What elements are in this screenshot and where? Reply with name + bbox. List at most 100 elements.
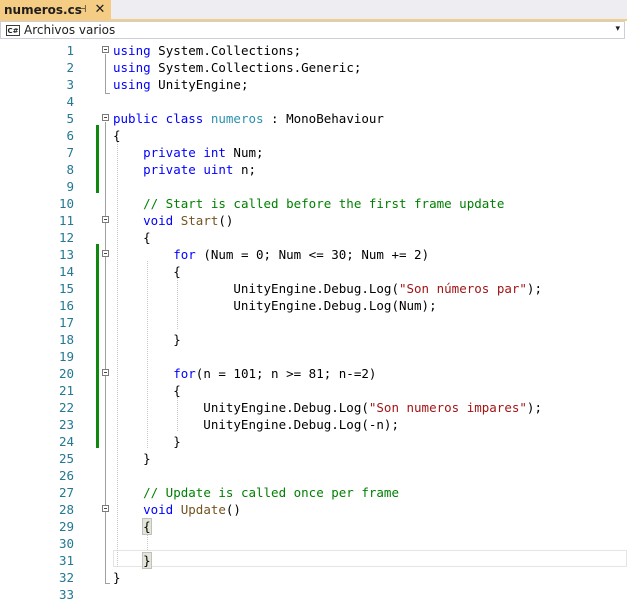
line-number: 12 — [58, 230, 74, 245]
code-line[interactable]: 28 void Update() — [0, 501, 627, 518]
code-token: { — [113, 230, 151, 245]
code-line[interactable]: 21 { — [0, 382, 627, 399]
code-text: } — [113, 331, 181, 348]
code-token: } — [113, 332, 181, 347]
code-token: { — [113, 383, 181, 398]
code-line[interactable]: 6{ — [0, 127, 627, 144]
code-line[interactable]: 8 private uint n; — [0, 161, 627, 178]
matched-brace: { — [142, 518, 152, 535]
comment-token: // Update is called once per frame — [143, 485, 399, 500]
project-dropdown-label: Archivos varios — [24, 23, 116, 37]
line-number: 30 — [58, 536, 74, 551]
line-number: 27 — [58, 485, 74, 500]
keyword-token: for — [173, 247, 196, 262]
code-text: { — [113, 229, 151, 246]
type-token: numeros — [210, 111, 264, 126]
code-line[interactable]: 24 } — [0, 433, 627, 450]
navigation-bar[interactable]: C# Archivos varios ▾ — [0, 21, 625, 39]
keyword-token: private uint — [143, 162, 234, 177]
line-number: 6 — [66, 128, 74, 143]
tab-strip: numeros.cs ⊣ ✕ — [0, 0, 627, 21]
code-line[interactable]: 4 — [0, 93, 627, 110]
code-line[interactable]: 12 { — [0, 229, 627, 246]
line-number: 28 — [58, 502, 74, 517]
code-text: public class numeros : MonoBehaviour — [113, 110, 384, 127]
code-line[interactable]: 10 // Start is called before the first f… — [0, 195, 627, 212]
code-editor[interactable]: 1 using System.Collections; 2 using System.… — [0, 40, 627, 611]
code-line[interactable]: 23 UnityEngine.Debug.Log(-n); — [0, 416, 627, 433]
code-line[interactable]: 3 using UnityEngine; — [0, 76, 627, 93]
code-text: // Update is called once per frame — [113, 484, 399, 501]
code-token: () — [218, 213, 234, 228]
code-line[interactable]: 18 } — [0, 331, 627, 348]
code-line[interactable]: 26 — [0, 467, 627, 484]
code-line[interactable]: 13 for (Num = 0; Num <= 30; Num += 2) — [0, 246, 627, 263]
line-number: 3 — [66, 77, 74, 92]
line-number: 33 — [58, 587, 74, 602]
code-line[interactable]: 27 // Update is called once per frame — [0, 484, 627, 501]
code-text: { — [113, 518, 152, 535]
code-token: UnityEngine.Debug.Log(Num); — [113, 298, 437, 313]
method-token: Update — [173, 502, 226, 517]
code-text: } — [113, 569, 121, 586]
code-line[interactable]: 11 void Start() — [0, 212, 627, 229]
code-line[interactable]: 1 using System.Collections; — [0, 42, 627, 59]
method-token: Start — [173, 213, 219, 228]
close-icon[interactable]: ✕ — [94, 1, 106, 17]
code-text: } — [113, 552, 152, 569]
code-token: (n = 101; n >= 81; n-=2) — [195, 366, 377, 381]
line-number: 16 — [58, 298, 74, 313]
code-line[interactable]: 14 { — [0, 263, 627, 280]
line-number: 1 — [66, 43, 74, 58]
chevron-down-icon[interactable]: ▾ — [615, 24, 620, 34]
code-line[interactable]: 29 { — [0, 518, 627, 535]
code-line[interactable]: 20 for(n = 101; n >= 81; n-=2) — [0, 365, 627, 382]
code-text: UnityEngine.Debug.Log("Son números par")… — [113, 280, 542, 297]
code-text: { — [113, 127, 121, 144]
code-line[interactable]: 25 } — [0, 450, 627, 467]
code-line[interactable]: 17 — [0, 314, 627, 331]
code-line[interactable]: 16 UnityEngine.Debug.Log(Num); — [0, 297, 627, 314]
line-number: 9 — [66, 179, 74, 194]
code-line[interactable]: 30 — [0, 535, 627, 552]
code-token: UnityEngine.Debug.Log( — [113, 400, 369, 415]
line-number: 29 — [58, 519, 74, 534]
code-token: } — [113, 451, 151, 466]
code-line[interactable]: 5 public class numeros : MonoBehaviour — [0, 110, 627, 127]
code-text: using System.Collections; — [113, 42, 301, 59]
code-line[interactable]: 22 UnityEngine.Debug.Log("Son numeros im… — [0, 399, 627, 416]
line-number: 18 — [58, 332, 74, 347]
csharp-project-icon: C# — [6, 24, 20, 36]
keyword-token: using — [113, 77, 151, 92]
code-token: n; — [233, 162, 256, 177]
code-token: } — [113, 570, 121, 585]
code-line[interactable]: 19 — [0, 348, 627, 365]
code-token: System.Collections; — [158, 43, 302, 58]
line-number: 14 — [58, 264, 74, 279]
line-number: 13 — [58, 247, 74, 262]
code-line[interactable]: 15 UnityEngine.Debug.Log("Son números pa… — [0, 280, 627, 297]
code-token: Num; — [225, 145, 264, 160]
tab-numeros-cs[interactable]: numeros.cs ⊣ ✕ — [0, 0, 111, 19]
code-line[interactable]: 2 using System.Collections.Generic; — [0, 59, 627, 76]
code-line[interactable]: 9 — [0, 178, 627, 195]
code-text: UnityEngine.Debug.Log(Num); — [113, 297, 437, 314]
code-line[interactable]: 31 } — [0, 552, 627, 569]
code-line[interactable]: 32} — [0, 569, 627, 586]
code-token: UnityEngine; — [158, 77, 249, 92]
tab-title: numeros.cs — [4, 2, 82, 17]
code-token: { — [113, 264, 181, 279]
code-line[interactable]: 33 — [0, 586, 627, 603]
code-token: : MonoBehaviour — [263, 111, 384, 126]
code-text: void Update() — [113, 501, 241, 518]
pin-icon[interactable]: ⊣ — [76, 2, 88, 16]
code-text: using UnityEngine; — [113, 76, 248, 93]
code-text: } — [113, 450, 151, 467]
code-line[interactable]: 7 private int Num; — [0, 144, 627, 161]
